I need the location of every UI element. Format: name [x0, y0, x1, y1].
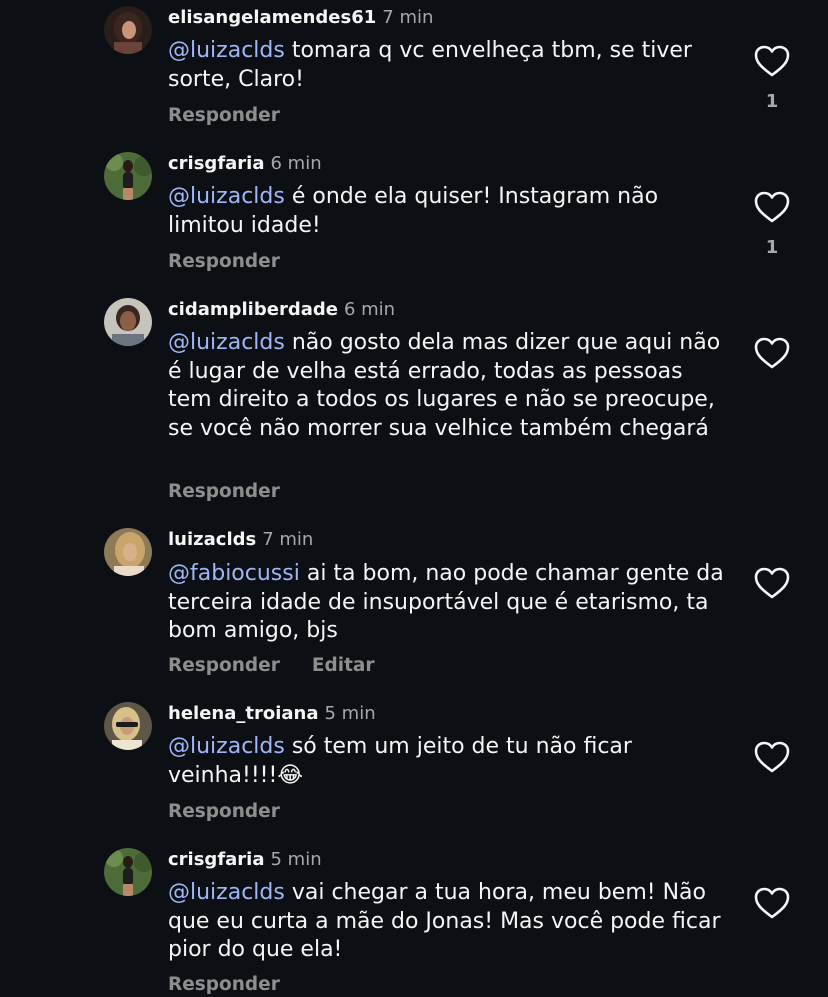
reply-button[interactable]: Responder [168, 250, 280, 274]
comment-text: @luizaclds vai chegar a tua hora, meu be… [168, 879, 728, 965]
mention-link[interactable]: @luizaclds [168, 184, 285, 209]
comment-text: @luizaclds é onde ela quiser! Instagram … [168, 183, 728, 240]
comment-actions: Responder [168, 250, 312, 274]
comment-text: @luizaclds não gosto dela mas dizer que … [168, 329, 728, 443]
avatar[interactable] [104, 702, 152, 750]
reply-button[interactable]: Responder [168, 800, 280, 824]
mention-link[interactable]: @luizaclds [168, 880, 285, 905]
username[interactable]: crisgfaria [168, 153, 265, 174]
comment-header: crisgfaria 6 min [168, 152, 322, 176]
username[interactable]: cidampliberdade [168, 299, 338, 320]
comment-actions: Responder [168, 800, 312, 824]
avatar[interactable] [104, 6, 152, 54]
comment-header: helena_troiana 5 min [168, 702, 376, 726]
timestamp: 5 min [324, 703, 376, 724]
avatar[interactable] [104, 152, 152, 200]
heart-icon[interactable] [753, 740, 791, 774]
mention-link[interactable]: @luizaclds [168, 38, 285, 63]
heart-icon[interactable] [753, 336, 791, 370]
username[interactable]: crisgfaria [168, 849, 265, 870]
mention-link[interactable]: @fabiocussi [168, 561, 300, 586]
heart-icon[interactable] [753, 190, 791, 224]
comment-actions: Responder [168, 973, 312, 997]
username[interactable]: helena_troiana [168, 703, 319, 724]
comment-actions: Responder Editar [168, 654, 407, 678]
mention-link[interactable]: @luizaclds [168, 330, 285, 355]
comment-header: elisangelamendes61 7 min [168, 6, 433, 30]
comment-actions: Responder [168, 480, 312, 504]
comment-header: luizaclds 7 min [168, 528, 313, 552]
username[interactable]: luizaclds [168, 529, 256, 550]
like-count: 1 [765, 237, 779, 258]
comment-actions: Responder [168, 104, 312, 128]
username[interactable]: elisangelamendes61 [168, 7, 376, 28]
mention-link[interactable]: @luizaclds [168, 734, 285, 759]
comment-text: @fabiocussi ai ta bom, nao pode chamar g… [168, 560, 728, 646]
timestamp: 7 min [382, 7, 434, 28]
edit-button[interactable]: Editar [312, 654, 375, 678]
reply-button[interactable]: Responder [168, 104, 280, 128]
heart-icon[interactable] [753, 566, 791, 600]
comment-text: @luizaclds tomara q vc envelheça tbm, se… [168, 37, 728, 94]
timestamp: 7 min [262, 529, 314, 550]
avatar[interactable] [104, 528, 152, 576]
heart-icon[interactable] [753, 886, 791, 920]
timestamp: 5 min [270, 849, 322, 870]
reply-button[interactable]: Responder [168, 973, 280, 997]
comment-text: @luizaclds só tem um jeito de tu não fic… [168, 733, 728, 790]
avatar[interactable] [104, 298, 152, 346]
reply-button[interactable]: Responder [168, 480, 280, 504]
heart-icon[interactable] [753, 44, 791, 78]
timestamp: 6 min [343, 299, 396, 320]
avatar[interactable] [104, 848, 152, 896]
like-count: 1 [765, 91, 779, 112]
reply-button[interactable]: Responder [168, 654, 280, 678]
comment-header: crisgfaria 5 min [168, 848, 322, 872]
comment-header: cidampliberdade 6 min [168, 298, 395, 322]
timestamp: 6 min [270, 153, 322, 174]
